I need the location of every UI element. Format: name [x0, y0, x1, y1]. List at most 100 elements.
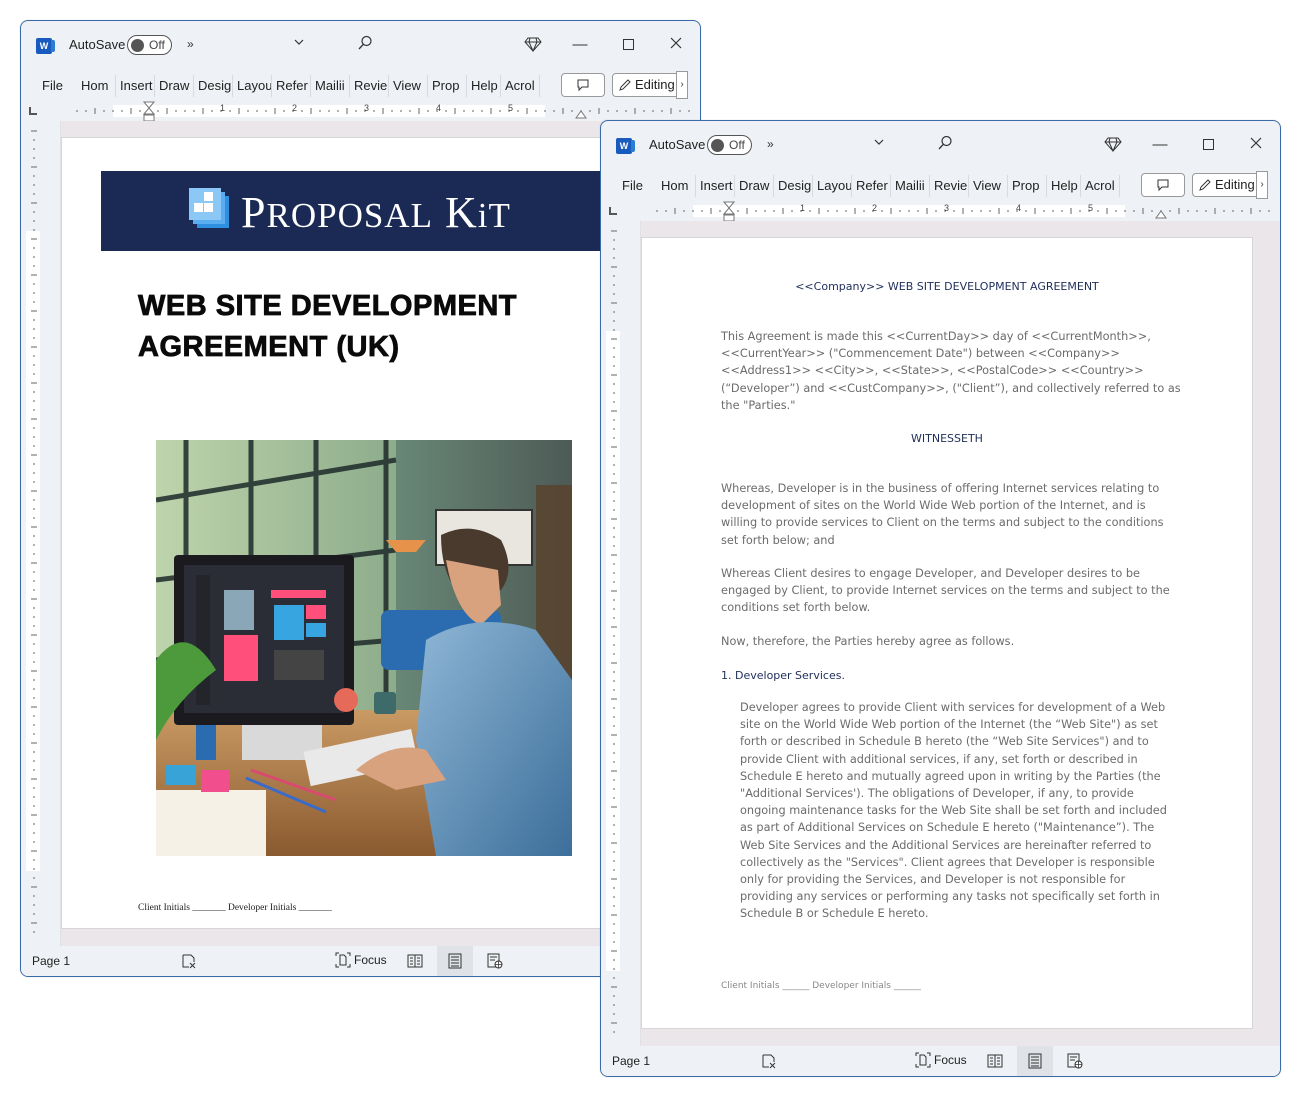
close-button[interactable]	[1245, 134, 1267, 156]
comments-button[interactable]	[561, 73, 605, 97]
cover-title-line: AGREEMENT (UK)	[138, 331, 400, 364]
ribbon-expand-button[interactable]: ›	[1256, 171, 1268, 199]
intro-paragraph: This Agreement is made this <<CurrentDay…	[721, 330, 1181, 412]
minimize-button[interactable]: —	[1149, 134, 1171, 156]
focus-icon	[335, 952, 351, 968]
tab-stop-selector[interactable]	[29, 107, 37, 115]
accessibility-check-icon[interactable]	[181, 953, 197, 969]
tab-file[interactable]: File	[21, 75, 77, 97]
diamond-premium-icon[interactable]	[1104, 135, 1122, 153]
indent-marker[interactable]	[723, 201, 735, 223]
editing-label: Editing	[635, 77, 675, 92]
tab-review[interactable]: Revie	[930, 175, 969, 197]
whereas-paragraph-2: Whereas Client desires to engage Develop…	[721, 567, 1170, 615]
quick-access-more-button[interactable]: »	[187, 37, 194, 51]
horizontal-ruler[interactable]: 1 2 3 4 5	[601, 201, 1280, 223]
quick-access-more-button[interactable]: »	[767, 137, 774, 151]
indent-marker[interactable]	[143, 101, 155, 123]
ruler-number: 1	[220, 103, 226, 113]
tab-insert[interactable]: Insert	[116, 75, 155, 97]
title-bar: W AutoSave Off » —	[21, 21, 700, 71]
autosave-label: AutoSave	[69, 37, 126, 52]
right-indent-marker[interactable]	[1155, 209, 1167, 219]
cover-title: WEB SITE DEVELOPMENT AGREEMENT (UK)	[138, 286, 517, 368]
editing-mode-button[interactable]: Editing	[612, 73, 684, 97]
tab-mailings[interactable]: Mailii	[311, 75, 350, 97]
focus-button[interactable]: Focus	[335, 952, 387, 968]
tab-insert[interactable]: Insert	[696, 175, 735, 197]
document-canvas[interactable]: <<Company>> WEB SITE DEVELOPMENT AGREEME…	[641, 221, 1280, 1046]
read-mode-icon[interactable]	[987, 1053, 1003, 1072]
chevron-down-icon[interactable]	[873, 135, 885, 151]
maximize-button[interactable]	[617, 34, 639, 56]
tab-layout[interactable]: Layou	[813, 175, 852, 197]
close-button[interactable]	[665, 34, 687, 56]
ruler-number: 5	[508, 103, 514, 113]
minimize-button[interactable]: —	[569, 34, 591, 56]
print-layout-button[interactable]	[1017, 1046, 1053, 1076]
tab-file[interactable]: File	[601, 175, 657, 197]
section-heading: 1. Developer Services.	[721, 669, 845, 682]
status-bar: Page 1 Focus	[601, 1046, 1280, 1076]
tab-draw[interactable]: Draw	[735, 175, 774, 197]
tab-review[interactable]: Revie	[350, 75, 389, 97]
word-window-cover: W AutoSave Off » — File Hom Insert Draw …	[20, 20, 701, 977]
editing-mode-button[interactable]: Editing	[1192, 173, 1264, 197]
page-number-status[interactable]: Page 1	[612, 1054, 650, 1068]
vertical-ruler[interactable]	[601, 221, 641, 1046]
diamond-premium-icon[interactable]	[524, 35, 542, 53]
editing-label: Editing	[1215, 177, 1255, 192]
tab-home[interactable]: Hom	[77, 75, 116, 97]
ruler-number: 5	[1088, 203, 1094, 213]
whereas-paragraph-1: Whereas, Developer is in the business of…	[721, 482, 1164, 547]
page-number-status[interactable]: Page 1	[32, 954, 70, 968]
tab-design[interactable]: Desig	[774, 175, 813, 197]
print-layout-icon	[448, 953, 462, 969]
tab-proposal[interactable]: Prop	[428, 75, 467, 97]
ruler-number: 4	[1016, 203, 1022, 213]
tab-mailings[interactable]: Mailii	[891, 175, 930, 197]
ribbon-tabs: File Hom Insert Draw Desig Layou Refer M…	[21, 71, 700, 101]
ruler-number: 3	[364, 103, 370, 113]
web-layout-icon[interactable]	[487, 953, 503, 972]
tab-proposal[interactable]: Prop	[1008, 175, 1047, 197]
search-icon[interactable]	[356, 34, 374, 52]
ruler-number: 2	[292, 103, 298, 113]
initials-line: Client Initials ______ Developer Initial…	[721, 981, 921, 991]
tab-view[interactable]: View	[389, 75, 428, 97]
autosave-state: Off	[149, 38, 165, 52]
tab-stop-selector[interactable]	[609, 207, 617, 215]
autosave-toggle[interactable]: Off	[127, 35, 172, 55]
maximize-button[interactable]	[1197, 134, 1219, 156]
tab-view[interactable]: View	[969, 175, 1008, 197]
print-layout-button[interactable]	[437, 946, 473, 976]
chevron-down-icon[interactable]	[293, 35, 305, 51]
tab-references[interactable]: Refer	[852, 175, 891, 197]
title-bar: W AutoSave Off » —	[601, 121, 1280, 171]
autosave-label: AutoSave	[649, 137, 706, 152]
tab-design[interactable]: Desig	[194, 75, 233, 97]
toggle-knob	[711, 139, 724, 152]
tab-draw[interactable]: Draw	[155, 75, 194, 97]
document-page[interactable]: <<Company>> WEB SITE DEVELOPMENT AGREEME…	[641, 237, 1253, 1029]
vertical-ruler[interactable]	[21, 121, 61, 946]
tab-acrobat[interactable]: Acrol	[1081, 175, 1120, 197]
focus-icon	[915, 1052, 931, 1068]
horizontal-ruler[interactable]: 1 2 3 4 5	[21, 101, 700, 123]
tab-help[interactable]: Help	[1047, 175, 1081, 197]
tab-acrobat[interactable]: Acrol	[501, 75, 540, 97]
ribbon-expand-button[interactable]: ›	[676, 71, 688, 99]
ruler-number: 3	[944, 203, 950, 213]
tab-home[interactable]: Hom	[657, 175, 696, 197]
read-mode-icon[interactable]	[407, 953, 423, 972]
web-layout-icon[interactable]	[1067, 1053, 1083, 1072]
focus-button[interactable]: Focus	[915, 1052, 967, 1068]
autosave-toggle[interactable]: Off	[707, 135, 752, 155]
tab-help[interactable]: Help	[467, 75, 501, 97]
right-indent-marker[interactable]	[575, 109, 587, 119]
comments-button[interactable]	[1141, 173, 1185, 197]
accessibility-check-icon[interactable]	[761, 1053, 777, 1069]
tab-references[interactable]: Refer	[272, 75, 311, 97]
search-icon[interactable]	[936, 134, 954, 152]
tab-layout[interactable]: Layou	[233, 75, 272, 97]
